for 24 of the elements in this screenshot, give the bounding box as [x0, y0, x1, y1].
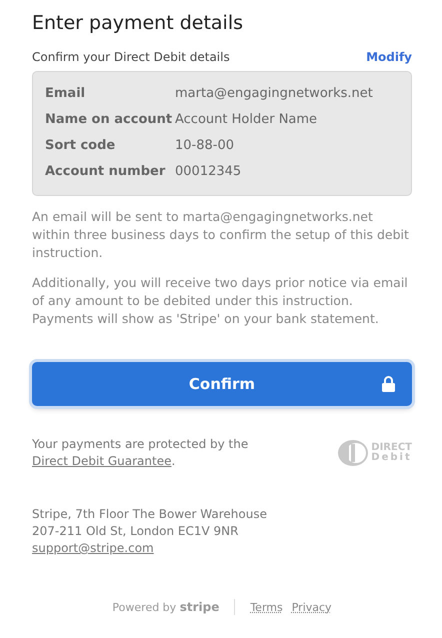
guarantee-text: Your payments are protected by the Direct Debit Guarantee. [32, 436, 248, 470]
modify-link[interactable]: Modify [366, 50, 412, 64]
address-line: Stripe, 7th Floor The Bower Warehouse [32, 506, 268, 523]
detail-value: 10-88-00 [175, 137, 234, 155]
guarantee-link[interactable]: Direct Debit Guarantee [32, 454, 172, 468]
powered-by-text: Powered by stripe [112, 600, 220, 614]
detail-label: Sort code [45, 137, 116, 155]
footer-link[interactable]: Privacy [292, 600, 332, 614]
notice-text: An email will be sent to marta@engagingnetworks.net within three business days to confirm the setup of this debit instruction. [32, 208, 410, 262]
section-heading: Confirm your Direct Debit details [32, 50, 230, 64]
detail-value: marta@engagingnetworks.net [175, 85, 373, 103]
page-title: Enter payment details [32, 12, 244, 34]
support-email-link[interactable]: support@stripe.com [32, 541, 154, 555]
detail-label: Email [45, 85, 86, 103]
detail-label: Name on account [45, 111, 174, 129]
detail-label: Account number [45, 163, 166, 181]
notice-text: Additionally, you will receive two days prior notice via email of any amount to be debited under this instruction. Payments will show as 'Stripe' on your bank statement. [32, 274, 409, 328]
detail-value: Account Holder Name [175, 111, 318, 129]
confirm-button[interactable]: Confirm [32, 362, 412, 406]
address-line: 207-211 Old St, London EC1V 9NR [32, 523, 240, 540]
detail-value: 00012345 [175, 163, 242, 181]
lock-icon [382, 376, 395, 392]
direct-debit-logo: DIRECT Debit [337, 436, 412, 470]
footer-link[interactable]: Terms [250, 600, 283, 614]
